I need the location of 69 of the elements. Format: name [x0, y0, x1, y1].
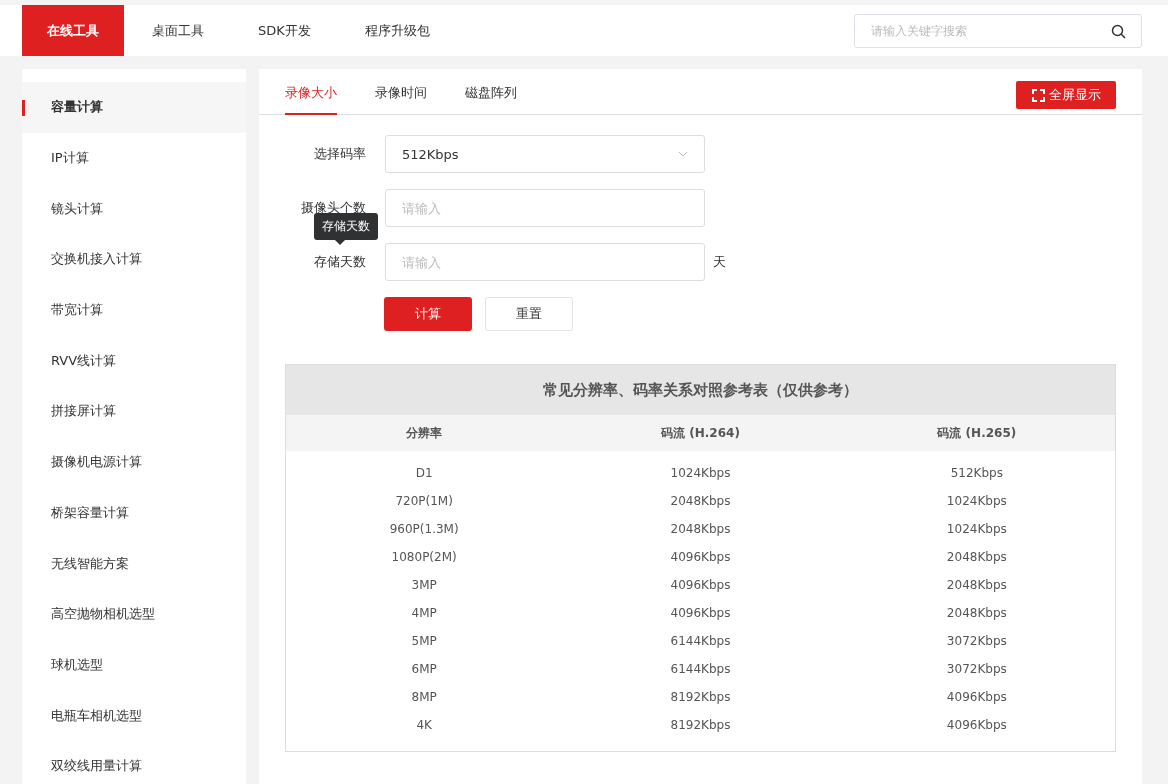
- table-cell-text: 720P(1M): [394, 494, 454, 508]
- table-cell-text: 4K: [415, 718, 433, 732]
- field-label: 选择码率: [313, 145, 367, 163]
- table-cell-text: 3072Kbps: [945, 662, 1008, 676]
- chevron-down-icon: [678, 151, 688, 157]
- sidebar-item[interactable]: 电瓶车相机选型: [22, 690, 246, 741]
- bitrate-select[interactable]: 512Kbps: [385, 135, 705, 173]
- unit-label: 天: [713, 253, 726, 271]
- table-cell-text: 2048Kbps: [669, 522, 732, 536]
- nav-tab[interactable]: SDK开发: [232, 5, 337, 56]
- table-cell-text: 6144Kbps: [669, 634, 732, 648]
- table-cell-text: 2048Kbps: [945, 606, 1008, 620]
- sidebar-item[interactable]: 桥架容量计算: [22, 487, 246, 539]
- tab[interactable]: 录像大小: [285, 84, 337, 115]
- table-cell-text: 4096Kbps: [945, 690, 1008, 704]
- sidebar-item[interactable]: 高空抛物相机选型: [22, 588, 246, 640]
- sidebar-item[interactable]: IP计算: [22, 132, 246, 184]
- table-cell-text: 4MP: [410, 606, 438, 620]
- table-cell-text: 1024Kbps: [945, 522, 1008, 536]
- fullscreen-icon: [1031, 88, 1045, 102]
- tooltip-pointer: [335, 240, 345, 245]
- tab[interactable]: 磁盘阵列: [465, 84, 517, 115]
- table-cell-text: 6MP: [410, 662, 438, 676]
- table-cell-text: 4096Kbps: [669, 578, 732, 592]
- table-cell-text: 8192Kbps: [669, 718, 732, 732]
- sidebar-item[interactable]: RVV线计算: [22, 335, 246, 387]
- table-cell-text: 4096Kbps: [669, 550, 732, 564]
- calculate-button[interactable]: 计算: [384, 297, 472, 331]
- fullscreen-button[interactable]: 全屏显示: [1016, 81, 1116, 109]
- table-cell-text: 5MP: [410, 634, 438, 648]
- table-cell-text: 960P(1.3M): [388, 522, 460, 536]
- table-cell-text: 2048Kbps: [945, 550, 1008, 564]
- search-field[interactable]: 请输入关键字搜索: [854, 13, 1142, 48]
- table-cell-text: 8MP: [410, 690, 438, 704]
- column-header: 码流 (H.264): [660, 424, 741, 442]
- table-cell-text: 8192Kbps: [669, 690, 732, 704]
- column-header: 分辨率: [405, 424, 444, 442]
- table-cell-text: 1024Kbps: [669, 466, 732, 480]
- nav-tab[interactable]: 在线工具: [22, 5, 124, 56]
- table-cell-text: 4096Kbps: [945, 718, 1008, 732]
- reset-button[interactable]: 重置: [485, 297, 573, 331]
- table-cell-text: 4096Kbps: [669, 606, 732, 620]
- sidebar-item[interactable]: 镜头计算: [22, 183, 246, 235]
- table-cell-text: 1080P(2M): [390, 550, 458, 564]
- table-cell-text: 6144Kbps: [669, 662, 732, 676]
- sidebar-item[interactable]: 拼接屏计算: [22, 386, 246, 437]
- nav-tab[interactable]: 桌面工具: [126, 5, 230, 56]
- table-cell-text: 512Kbps: [949, 466, 1004, 480]
- table-cell-text: D1: [414, 466, 434, 480]
- input-field[interactable]: 请输入: [385, 243, 705, 281]
- sidebar-item[interactable]: 球机选型: [22, 639, 246, 691]
- tab[interactable]: 录像时间: [375, 84, 427, 115]
- sidebar-item[interactable]: 无线智能方案: [22, 538, 246, 589]
- search-icon[interactable]: [1111, 23, 1126, 39]
- table-title: 常见分辨率、码率关系对照参考表（仅供参考）: [286, 365, 1115, 415]
- table-cell-text: 2048Kbps: [945, 578, 1008, 592]
- sidebar-item[interactable]: 交换机接入计算: [22, 234, 246, 285]
- table-cell-text: 3072Kbps: [945, 634, 1008, 648]
- table-cell-text: 2048Kbps: [669, 494, 732, 508]
- field-label: 存储天数: [313, 253, 367, 271]
- column-header: 码流 (H.265): [936, 424, 1018, 442]
- sidebar-item[interactable]: 带宽计算: [22, 284, 246, 336]
- sidebar-item[interactable]: 容量计算: [22, 82, 246, 133]
- input-field[interactable]: 请输入: [385, 189, 705, 227]
- table-cell-text: 3MP: [410, 578, 438, 592]
- nav-tab[interactable]: 程序升级包: [338, 5, 456, 56]
- sidebar-item[interactable]: 双绞线用量计算: [22, 740, 246, 784]
- sidebar-item[interactable]: 摄像机电源计算: [22, 436, 246, 488]
- table-cell-text: 1024Kbps: [945, 494, 1008, 508]
